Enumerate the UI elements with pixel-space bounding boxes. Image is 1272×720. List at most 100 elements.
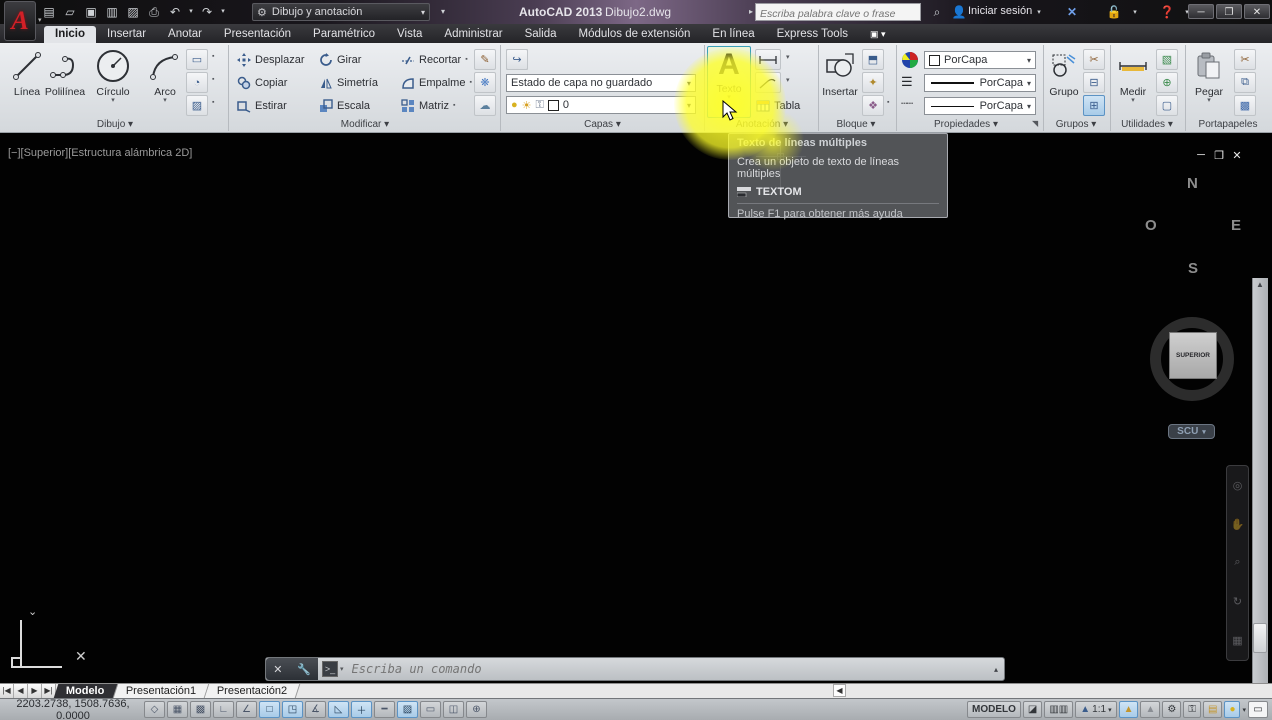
panel-label-utilidades[interactable]: Utilidades ▾ — [1112, 117, 1182, 132]
erase-button[interactable]: ✎ — [474, 49, 496, 70]
quick-view-drawings-button[interactable]: ▥▥ — [1044, 701, 1074, 718]
circle-dropdown-icon[interactable]: ▾ — [111, 97, 115, 104]
hatch-dropdown-icon[interactable]: ▪ — [212, 99, 214, 106]
id-point-button[interactable]: ▢ — [1156, 95, 1178, 116]
viewcube-top-face[interactable]: SUPERIOR — [1169, 332, 1217, 379]
group-edit-button[interactable]: ⊟ — [1083, 72, 1105, 93]
new-file-icon[interactable]: ▤ — [40, 3, 58, 21]
stretch-button[interactable]: Estirar — [236, 95, 287, 116]
measure-button[interactable]: Medir ▾ — [1112, 46, 1154, 116]
quick-select-button[interactable]: ▧ — [1156, 49, 1178, 70]
recent-commands-icon[interactable]: >_ — [322, 661, 338, 677]
panel-label-dibujo[interactable]: Dibujo ▾ — [30, 117, 200, 132]
panel-label-modificar[interactable]: Modificar ▾ — [280, 117, 450, 132]
drawing-canvas[interactable]: [−][Superior][Estructura alámbrica 2D] ─… — [0, 133, 1272, 720]
edit-block-button[interactable]: ✦ — [862, 72, 884, 93]
doc-minimize-button[interactable]: ─ — [1192, 149, 1210, 162]
close-button[interactable]: ✕ — [1244, 4, 1270, 19]
tab-modulos[interactable]: Módulos de extensión — [568, 26, 702, 43]
workspace-gear-button[interactable]: ⚙ — [1162, 701, 1182, 718]
quick-calc-button[interactable]: ⊕ — [1156, 72, 1178, 93]
wrench-icon[interactable]: 🔧 — [297, 663, 311, 676]
object-snap-toggle[interactable]: □ — [259, 701, 280, 718]
array-button[interactable]: Matriz ▪ — [400, 95, 455, 116]
ortho-toggle[interactable]: ∟ — [213, 701, 234, 718]
model-space-button[interactable]: MODELO — [967, 701, 1021, 718]
save-icon[interactable]: ▣ — [82, 3, 100, 21]
help-icon[interactable]: ❓ — [1158, 3, 1176, 21]
scrollbar-thumb[interactable] — [1253, 623, 1267, 653]
redo-dropdown-icon[interactable]: ▾ — [219, 3, 227, 21]
dynamic-input-toggle[interactable]: ＋ — [351, 701, 372, 718]
group-button[interactable]: Grupo — [1045, 46, 1083, 116]
snap-toggle[interactable]: ▦ — [167, 701, 188, 718]
vertical-scrollbar[interactable] — [1252, 278, 1268, 720]
layer-off-button[interactable]: ↪ — [506, 49, 528, 70]
scroll-up-icon[interactable]: ▲ — [1256, 280, 1264, 289]
transparency-toggle[interactable]: ▨ — [397, 701, 418, 718]
pan-icon[interactable]: ✋ — [1231, 518, 1245, 531]
measure-dropdown-icon[interactable]: ▾ — [1131, 97, 1135, 104]
ellipse-dropdown-icon[interactable]: ▪ — [212, 76, 214, 83]
dimension-button[interactable] — [755, 49, 781, 70]
app-menu-button[interactable]: A — [4, 1, 36, 41]
isolate-objects-button[interactable]: ● — [1224, 701, 1241, 718]
propiedades-dialog-launcher-icon[interactable]: ◥ — [1032, 119, 1038, 128]
minimize-button[interactable]: ─ — [1188, 4, 1214, 19]
viewcube-north[interactable]: N — [1187, 175, 1198, 192]
linetype-icon[interactable]: ┄┄ — [901, 97, 913, 110]
fade-button[interactable]: ☁ — [474, 95, 496, 116]
doc-close-button[interactable]: ✕ — [1228, 149, 1246, 162]
rotate-button[interactable]: Girar — [318, 49, 361, 70]
match-properties-button[interactable]: ▩ — [1234, 95, 1256, 116]
viewcube-east[interactable]: E — [1231, 217, 1241, 234]
tab-en-linea[interactable]: En línea — [701, 26, 765, 43]
object-snap-tracking-toggle[interactable]: ∡ — [305, 701, 326, 718]
explode-button[interactable]: ❋ — [474, 72, 496, 93]
move-button[interactable]: Desplazar — [236, 49, 305, 70]
hardware-accel-button[interactable]: ▤ — [1202, 701, 1223, 718]
paste-dropdown-icon[interactable]: ▾ — [1207, 97, 1211, 104]
undo-dropdown-icon[interactable]: ▾ — [187, 3, 195, 21]
circle-button[interactable]: Círculo ▾ — [90, 46, 136, 116]
search-icon[interactable]: ⌕ — [928, 3, 946, 21]
annotation-monitor-toggle[interactable]: ⊕ — [466, 701, 487, 718]
mirror-button[interactable]: Simetría — [318, 72, 378, 93]
tab-salida[interactable]: Salida — [514, 26, 568, 43]
panel-label-portapapeles[interactable]: Portapapeles — [1186, 117, 1270, 132]
search-input[interactable] — [756, 6, 920, 22]
zoom-icon[interactable]: ⌕ — [1234, 556, 1240, 569]
polar-tracking-toggle[interactable]: ∠ — [236, 701, 257, 718]
array-dropdown-icon[interactable]: ▪ — [453, 102, 455, 109]
copy-button[interactable]: Copiar — [236, 72, 287, 93]
unlock-icon[interactable]: ⚿ — [536, 99, 544, 112]
plot-icon[interactable]: ▨ — [124, 3, 142, 21]
cut-button[interactable]: ✂ — [1234, 49, 1256, 70]
tab-presentacion1[interactable]: Presentación1 — [113, 684, 210, 698]
linetype-dropdown[interactable]: PorCapa ▾ — [924, 97, 1036, 115]
arc-dropdown-icon[interactable]: ▾ — [163, 97, 167, 104]
steering-wheel-icon[interactable]: ◎ — [1233, 479, 1243, 492]
print-icon[interactable]: ⎙ — [145, 3, 163, 21]
open-file-icon[interactable]: ▱ — [61, 3, 79, 21]
redo-icon[interactable]: ↷ — [198, 3, 216, 21]
layer-color-swatch[interactable] — [547, 99, 559, 111]
doc-restore-button[interactable]: ❐ — [1210, 149, 1228, 162]
status-menu-icon[interactable]: ▾ — [1242, 706, 1246, 714]
tab-vista[interactable]: Vista — [386, 26, 433, 43]
orbit-icon[interactable]: ↻ — [1233, 595, 1242, 608]
fillet-button[interactable]: Empalme ▪ — [400, 72, 472, 93]
sun-icon[interactable]: ☀ — [522, 99, 532, 112]
layer-state-dropdown[interactable]: Estado de capa no guardado ▾ — [506, 74, 696, 92]
block-attr-dropdown-icon[interactable]: ▪ — [887, 99, 889, 106]
exchange-apps-icon[interactable]: ✕ — [1063, 3, 1081, 21]
layer-dropdown[interactable]: ● ☀ ⚿ 0 ▾ — [506, 96, 696, 114]
panel-label-bloque[interactable]: Bloque ▾ — [818, 117, 894, 132]
viewport-controls-label[interactable]: [−][Superior][Estructura alámbrica 2D] — [8, 147, 192, 159]
panel-label-capas[interactable]: Capas ▾ — [520, 117, 685, 132]
panel-label-propiedades[interactable]: Propiedades ▾ — [906, 117, 1026, 132]
ucs-menu-button[interactable]: SCU ▾ — [1168, 424, 1215, 439]
lineweight-dropdown[interactable]: PorCapa ▾ — [924, 74, 1036, 92]
prev-layout-icon[interactable]: ◀ — [14, 684, 28, 698]
lineweight-icon[interactable]: ☰ — [901, 74, 913, 90]
